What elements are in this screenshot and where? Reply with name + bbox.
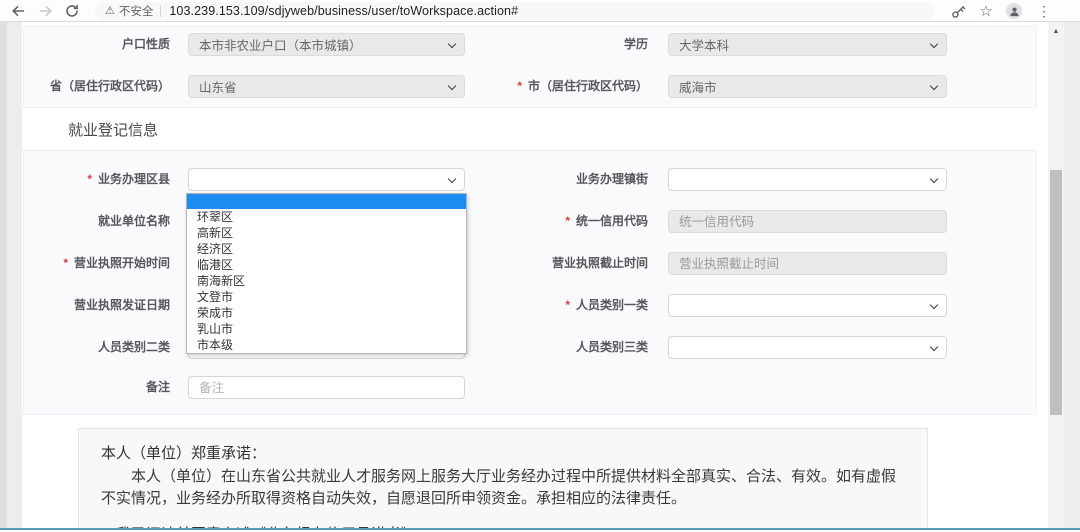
city-label: 市（居住行政区代码） bbox=[470, 75, 648, 98]
hukou-value: 本市非农业户口（本市城镇） bbox=[199, 35, 362, 54]
license-end-input[interactable] bbox=[668, 252, 947, 275]
remark-label: 备注 bbox=[10, 376, 170, 399]
left-gutter bbox=[0, 22, 7, 532]
chevron-down-icon bbox=[448, 40, 456, 48]
person-type2-label: 人员类别二类 bbox=[10, 336, 170, 359]
employment-section-title: 就业登记信息 bbox=[68, 119, 158, 140]
town-label: 业务办理镇街 bbox=[470, 168, 648, 191]
district-select[interactable] bbox=[188, 168, 465, 191]
scrollbar-up-arrow-icon[interactable]: ▲ bbox=[1048, 24, 1064, 38]
license-end-label: 营业执照截止时间 bbox=[470, 252, 648, 275]
district-option[interactable]: 文登市 bbox=[187, 289, 466, 305]
vertical-scrollbar[interactable]: ▲ bbox=[1048, 22, 1064, 532]
forward-icon[interactable] bbox=[38, 3, 54, 19]
education-value: 大学本科 bbox=[679, 35, 729, 54]
district-dropdown-list: 环翠区高新区经济区临港区南海新区文登市荣成市乳山市市本级 bbox=[186, 193, 467, 354]
browser-toolbar: ⚠ 不安全 103.239.153.109/sdjyweb/business/u… bbox=[0, 0, 1080, 22]
district-option[interactable]: 临港区 bbox=[187, 257, 466, 273]
remark-input[interactable] bbox=[188, 376, 465, 399]
district-option[interactable] bbox=[187, 194, 466, 209]
province-label: 省（居住行政区代码） bbox=[10, 75, 170, 98]
password-key-icon[interactable] bbox=[950, 3, 966, 19]
city-value: 威海市 bbox=[679, 77, 717, 96]
district-label: 业务办理区县 bbox=[10, 168, 170, 191]
reload-icon[interactable] bbox=[64, 3, 80, 19]
menu-kebab-icon[interactable]: ⋮ bbox=[1036, 3, 1052, 19]
screen: ⚠ 不安全 103.239.153.109/sdjyweb/business/u… bbox=[0, 0, 1080, 532]
chevron-down-icon bbox=[448, 82, 456, 90]
chevron-down-icon bbox=[930, 301, 938, 309]
commitment-box: 本人（单位）郑重承诺： 本人（单位）在山东省公共就业人才服务网上服务大厅业务经办… bbox=[78, 428, 928, 532]
person-type3-select[interactable] bbox=[668, 336, 947, 359]
chevron-down-icon bbox=[448, 175, 456, 183]
chevron-down-icon bbox=[930, 343, 938, 351]
district-option[interactable]: 环翠区 bbox=[187, 209, 466, 225]
bookmark-star-icon[interactable]: ☆ bbox=[978, 3, 994, 19]
person-type1-label: 人员类别一类 bbox=[470, 294, 648, 317]
credit-code-input[interactable] bbox=[668, 210, 947, 233]
district-option[interactable]: 荣成市 bbox=[187, 305, 466, 321]
city-select[interactable]: 威海市 bbox=[668, 75, 947, 98]
license-issue-date-label: 营业执照发证日期 bbox=[10, 294, 170, 317]
profile-avatar[interactable] bbox=[1006, 3, 1022, 19]
education-label: 学历 bbox=[470, 33, 648, 56]
chevron-down-icon bbox=[930, 175, 938, 183]
education-select[interactable]: 大学本科 bbox=[668, 33, 947, 56]
person-type3-label: 人员类别三类 bbox=[470, 336, 648, 359]
credit-code-label: 统一信用代码 bbox=[470, 210, 648, 233]
province-value: 山东省 bbox=[199, 77, 237, 96]
license-start-label: 营业执照开始时间 bbox=[10, 252, 170, 275]
person-type1-select[interactable] bbox=[668, 294, 947, 317]
employer-name-label: 就业单位名称 bbox=[10, 210, 170, 233]
not-secure-label: 不安全 bbox=[119, 3, 154, 19]
scrollbar-thumb[interactable] bbox=[1050, 170, 1062, 415]
district-option[interactable]: 市本级 bbox=[187, 337, 466, 353]
district-option[interactable]: 乳山市 bbox=[187, 321, 466, 337]
province-select[interactable]: 山东省 bbox=[188, 75, 465, 98]
hukou-select[interactable]: 本市非农业户口（本市城镇） bbox=[188, 33, 465, 56]
chevron-down-icon bbox=[930, 82, 938, 90]
not-secure-warning-icon: ⚠ bbox=[105, 6, 115, 17]
url-text: 103.239.153.109/sdjyweb/business/user/to… bbox=[169, 4, 518, 18]
back-icon[interactable] bbox=[10, 3, 26, 19]
address-bar[interactable]: ⚠ 不安全 103.239.153.109/sdjyweb/business/u… bbox=[95, 2, 935, 20]
omnibox-divider bbox=[160, 5, 161, 17]
district-option[interactable]: 高新区 bbox=[187, 225, 466, 241]
commitment-body: 本人（单位）在山东省公共就业人才服务网上服务大厅业务经办过程中所提供材料全部真实… bbox=[101, 466, 905, 510]
commitment-title: 本人（单位）郑重承诺： bbox=[101, 442, 905, 466]
district-option[interactable]: 南海新区 bbox=[187, 273, 466, 289]
chevron-down-icon bbox=[930, 40, 938, 48]
district-option[interactable]: 经济区 bbox=[187, 241, 466, 257]
hukou-label: 户口性质 bbox=[10, 33, 170, 56]
town-select[interactable] bbox=[668, 168, 947, 191]
